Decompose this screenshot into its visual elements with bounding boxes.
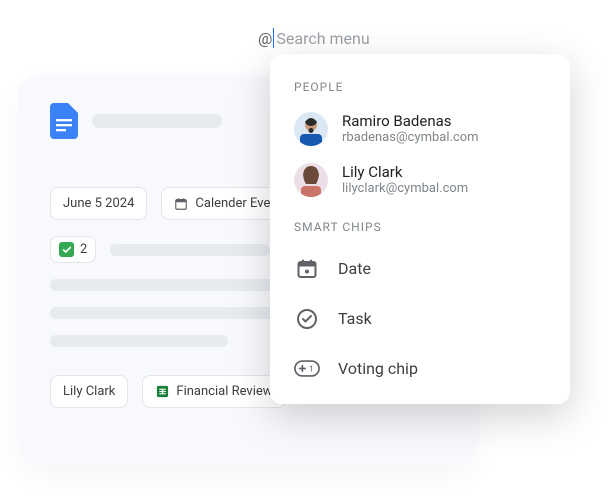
- chip-option-task[interactable]: Task: [270, 294, 570, 344]
- avatar: [294, 112, 328, 146]
- chip-label: Lily Clark: [63, 384, 115, 399]
- date-icon: [294, 256, 320, 282]
- person-email: lilyclark@cymbal.com: [342, 181, 468, 198]
- at-mention-search[interactable]: @ Search menu: [258, 28, 370, 48]
- person-option-ramiro[interactable]: Ramiro Badenas rbadenas@cymbal.com: [270, 104, 570, 155]
- chip-label: Financial Review: [176, 384, 272, 399]
- voting-chip-icon: 1: [294, 356, 320, 382]
- date-chip[interactable]: June 5 2024: [50, 187, 147, 220]
- checkmark-icon: [59, 242, 74, 257]
- chip-option-date[interactable]: Date: [270, 244, 570, 294]
- search-placeholder: Search menu: [276, 29, 369, 48]
- person-info: Ramiro Badenas rbadenas@cymbal.com: [342, 112, 479, 147]
- person-info: Lily Clark lilyclark@cymbal.com: [342, 163, 468, 198]
- vote-count: 2: [80, 242, 87, 257]
- option-label: Voting chip: [338, 359, 418, 378]
- option-label: Date: [338, 259, 371, 278]
- person-name: Ramiro Badenas: [342, 112, 479, 130]
- title-placeholder: [92, 114, 222, 128]
- chip-label: Calender Event: [195, 196, 281, 211]
- person-chip[interactable]: Lily Clark: [50, 375, 128, 408]
- calendar-icon: [174, 197, 188, 211]
- svg-text:1: 1: [309, 365, 314, 375]
- text-placeholder: [50, 335, 228, 347]
- chip-option-voting[interactable]: 1 Voting chip: [270, 344, 570, 394]
- person-name: Lily Clark: [342, 163, 468, 181]
- text-placeholder: [110, 244, 270, 256]
- person-email: rbadenas@cymbal.com: [342, 130, 479, 147]
- google-docs-icon: [50, 103, 78, 139]
- avatar: [294, 163, 328, 197]
- voting-chip[interactable]: 2: [50, 236, 96, 263]
- section-label-chips: SMART CHIPS: [270, 206, 570, 244]
- file-chip[interactable]: Financial Review: [142, 375, 285, 408]
- text-cursor: [273, 28, 274, 48]
- smart-chip-dropdown: PEOPLE Ramiro Badenas rbadenas@cymbal.co…: [270, 54, 570, 404]
- chip-label: June 5 2024: [63, 196, 134, 211]
- person-option-lily[interactable]: Lily Clark lilyclark@cymbal.com: [270, 155, 570, 206]
- at-symbol: @: [258, 29, 272, 48]
- section-label-people: PEOPLE: [270, 74, 570, 104]
- sheets-icon: [155, 385, 169, 399]
- task-icon: [294, 306, 320, 332]
- option-label: Task: [338, 309, 372, 328]
